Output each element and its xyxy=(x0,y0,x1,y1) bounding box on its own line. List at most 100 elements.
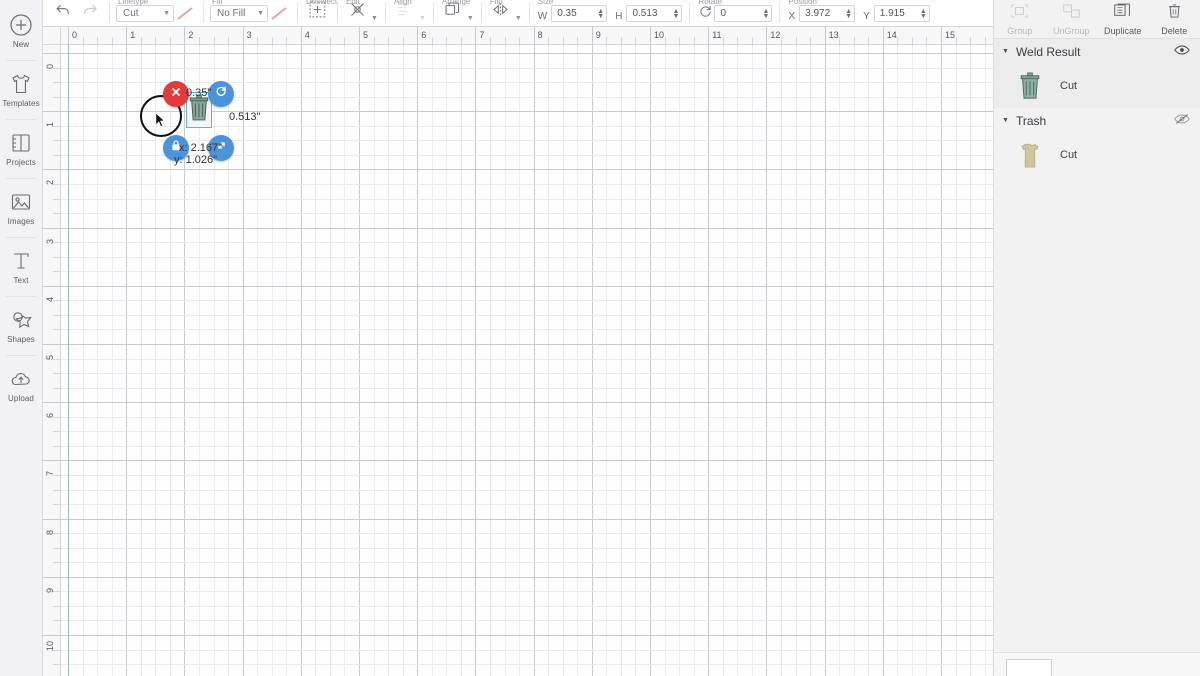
picture-icon xyxy=(9,190,33,214)
chevron-down-icon[interactable]: ▼ xyxy=(467,15,474,22)
ruler-tick-minor xyxy=(214,37,215,45)
height-label: H xyxy=(615,11,623,22)
width-input[interactable]: 0.35 ▲ ▼ xyxy=(551,5,608,22)
group-label: Group xyxy=(1007,25,1033,36)
rotate-selection-button[interactable] xyxy=(208,81,234,107)
pos-y-input[interactable]: 1.915 ▲ ▼ xyxy=(873,5,930,22)
ruler-tick-minor xyxy=(606,37,607,45)
ruler-tick-minor xyxy=(53,533,61,534)
ruler-tick-minor xyxy=(53,82,61,83)
ruler-label: 1 xyxy=(130,30,136,40)
pos-x-input[interactable]: 3.972 ▲ ▼ xyxy=(799,5,856,22)
mat-left-edge xyxy=(68,45,69,676)
layer-group-weld-result[interactable]: ▼ Weld Result xyxy=(994,39,1200,64)
eye-icon[interactable] xyxy=(1174,43,1190,61)
ruler-label: 3 xyxy=(246,30,252,40)
delete-button[interactable]: Delete xyxy=(1149,0,1200,38)
ruler-tick-minor xyxy=(505,37,506,45)
ruler-tick-minor xyxy=(796,37,797,45)
triangle-down-icon[interactable]: ▼ xyxy=(1002,117,1009,124)
pos-x-stepper[interactable]: ▲ ▼ xyxy=(845,8,852,20)
ruler-tick-minor xyxy=(97,37,98,45)
grid-line-horizontal xyxy=(61,184,993,185)
rotate-input[interactable]: 0 ▲ ▼ xyxy=(714,5,773,22)
layer-item-trash-cut[interactable]: Cut xyxy=(994,133,1200,177)
ungroup-label: UnGroup xyxy=(1052,25,1090,36)
pos-y-value: 1.915 xyxy=(879,8,905,19)
ruler-tick-major xyxy=(43,53,61,54)
ruler-tick-minor xyxy=(53,300,61,301)
fill-stroke-swatch[interactable] xyxy=(268,5,290,22)
ruler-tick-major xyxy=(941,27,942,45)
ruler-tick-major xyxy=(359,27,360,45)
grid-line-horizontal xyxy=(61,402,993,403)
height-stepper[interactable]: ▲ ▼ xyxy=(673,8,680,20)
selection-y-label: y: 1.026" xyxy=(174,154,218,166)
grid-line-horizontal xyxy=(61,329,993,330)
layer-item-weld-cut[interactable]: Cut xyxy=(994,64,1200,108)
chevron-down-icon[interactable]: ▼ xyxy=(515,15,522,22)
ruler-tick-minor xyxy=(897,37,898,45)
position-caption: Position xyxy=(788,0,817,6)
duplicate-button[interactable]: Duplicate xyxy=(1097,0,1149,38)
canvas-grid[interactable] xyxy=(61,45,993,676)
triangle-down-icon[interactable]: ▼ xyxy=(1002,48,1009,55)
top-toolbar: Linetype Cut ▼ Fill No Fill ▼ Deselect E… xyxy=(43,0,993,27)
delete-label: Delete xyxy=(1161,25,1188,36)
select-caption: Deselect xyxy=(306,0,338,6)
ruler-tick-major xyxy=(766,27,768,45)
sidebar-item-text[interactable]: Text xyxy=(0,238,43,296)
grid-line-horizontal xyxy=(61,359,993,360)
design-canvas[interactable]: 0 1 2 3 4 5 6 7 8 9 10 11 12 13 14 15 0 1 2 3 4 5 6 7 8 9 10 xyxy=(43,27,993,676)
ruler-tick-major xyxy=(824,27,826,45)
ruler-label: 4 xyxy=(304,30,310,40)
grid-line-horizontal xyxy=(61,635,993,636)
ruler-tick-minor xyxy=(53,504,61,505)
sidebar-item-upload[interactable]: Upload xyxy=(0,356,43,414)
ruler-tick-minor xyxy=(257,37,258,45)
grid-line-horizontal xyxy=(61,519,993,520)
sidebar-item-projects[interactable]: Projects xyxy=(0,120,43,178)
ruler-label: 9 xyxy=(595,30,601,40)
ruler-tick-major xyxy=(43,227,61,229)
redo-button[interactable] xyxy=(76,1,102,22)
ruler-tick-major xyxy=(184,27,186,45)
ruler-tick-minor xyxy=(53,329,61,330)
pos-y-stepper[interactable]: ▲ ▼ xyxy=(920,8,927,20)
ruler-tick-minor xyxy=(53,664,61,665)
tan-shirt-thumb xyxy=(1018,141,1044,169)
ruler-tick-minor xyxy=(344,37,345,45)
chevron-down-icon[interactable]: ▼ xyxy=(371,15,378,22)
sidebar-item-templates[interactable]: Templates xyxy=(0,61,43,119)
ruler-tick-minor xyxy=(83,37,84,45)
arrange-caption: Arrange xyxy=(441,0,471,6)
linetype-select[interactable]: Cut ▼ xyxy=(116,5,174,22)
size-caption: Size xyxy=(537,0,554,6)
layer-item-label: Cut xyxy=(1060,149,1078,161)
footer-white-box[interactable] xyxy=(1006,659,1052,676)
rotate-caption: Rotate xyxy=(698,0,723,6)
linetype-stroke-swatch[interactable] xyxy=(174,5,196,22)
sidebar-item-images[interactable]: Images xyxy=(0,179,43,237)
layer-group-trash[interactable]: ▼ Trash xyxy=(994,108,1200,133)
right-panel: Group UnGroup Duplicate Delete ▼ Weld Re… xyxy=(993,0,1200,676)
sidebar-item-new[interactable]: New xyxy=(0,2,43,60)
selection-width-label: 0.35" xyxy=(186,87,212,99)
grid-line-horizontal xyxy=(61,300,993,301)
rotate-stepper[interactable]: ▲ ▼ xyxy=(763,8,770,20)
grid-line-horizontal xyxy=(61,562,993,563)
width-stepper[interactable]: ▲ ▼ xyxy=(597,8,604,20)
ruler-tick-minor xyxy=(155,37,156,45)
undo-button[interactable] xyxy=(50,1,76,22)
ruler-tick-major xyxy=(650,27,651,45)
ruler-tick-major xyxy=(475,27,477,45)
eye-slash-icon[interactable] xyxy=(1174,112,1190,130)
ruler-tick-minor xyxy=(956,37,957,45)
sidebar-item-shapes[interactable]: Shapes xyxy=(0,297,43,355)
grid-line-horizontal xyxy=(61,606,993,607)
right-panel-footer xyxy=(994,652,1200,676)
ruler-tick-major xyxy=(43,344,61,345)
ruler-tick-minor xyxy=(781,37,782,45)
height-input[interactable]: 0.513 ▲ ▼ xyxy=(626,5,683,22)
fill-select[interactable]: No Fill ▼ xyxy=(210,5,268,22)
